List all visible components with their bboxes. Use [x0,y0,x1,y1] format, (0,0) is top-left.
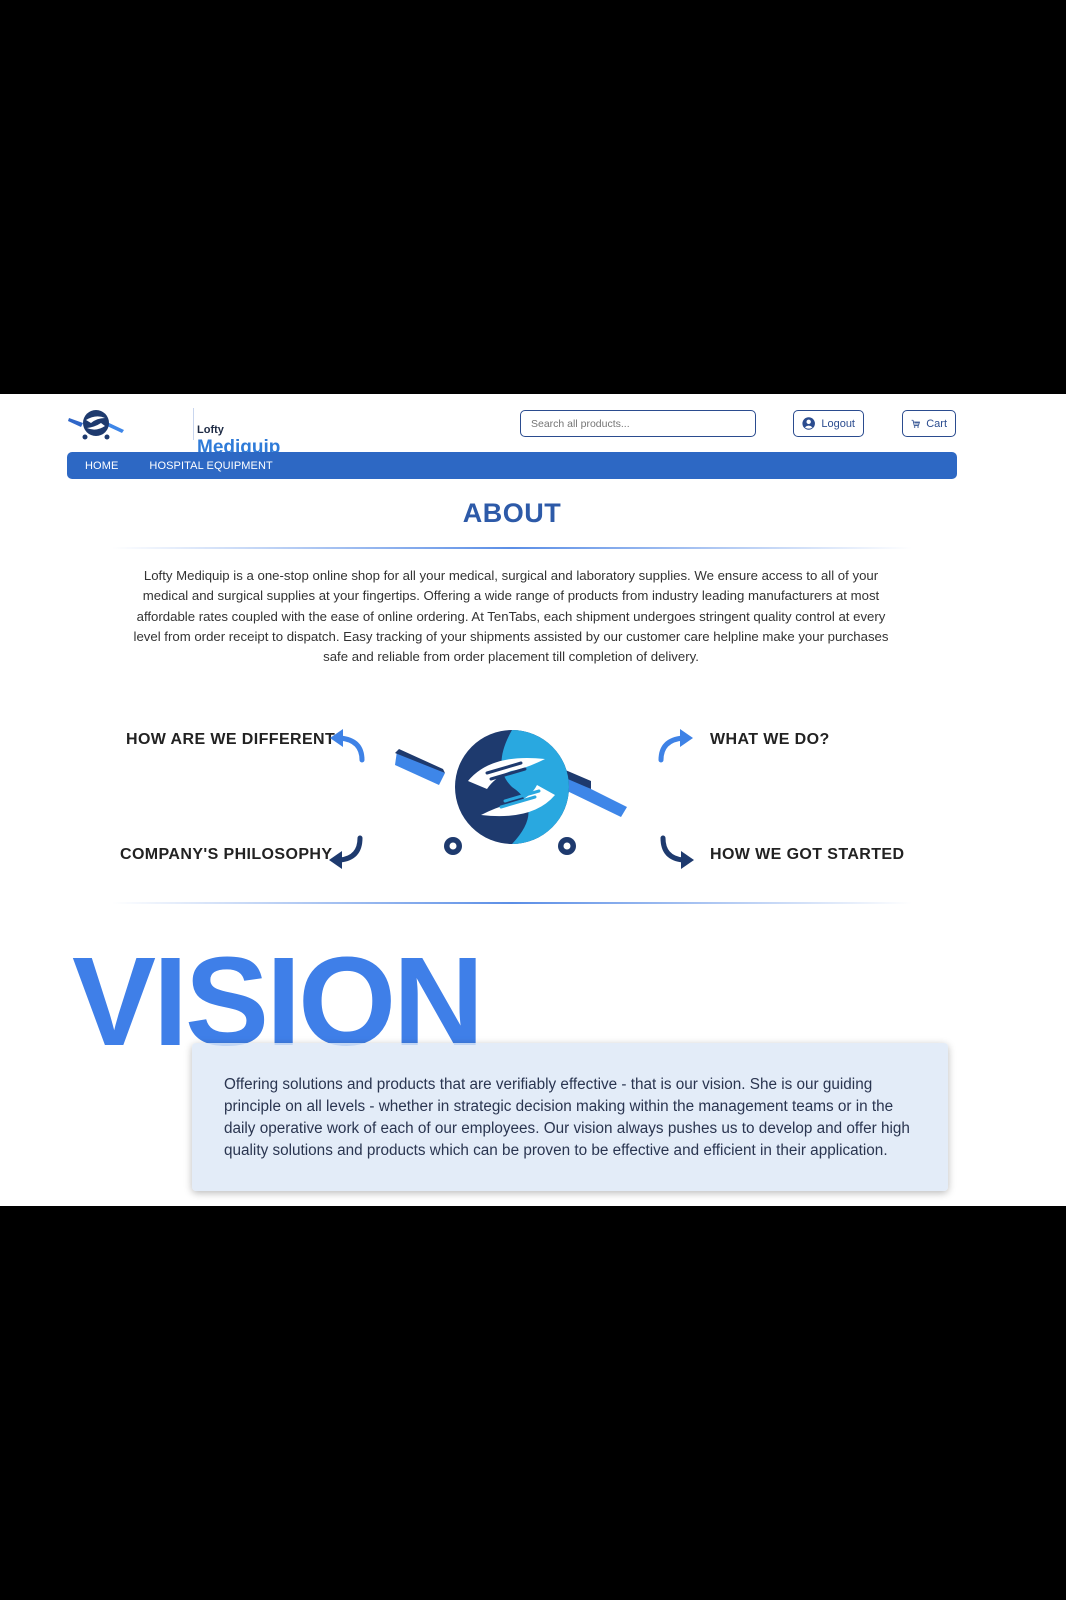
about-description: Lofty Mediquip is a one-stop online shop… [133,568,889,665]
feature-how-started[interactable]: HOW WE GOT STARTED [710,846,904,864]
curved-arrow-down-left-icon [329,835,363,869]
hospital-bed-logo-icon [68,410,124,440]
about-title: ABOUT [462,498,562,528]
nav-item-home[interactable]: HOME [85,460,118,472]
brand-small: Lofty [197,424,224,436]
feature-company-philosophy[interactable]: COMPANY'S PHILOSOPHY [120,846,332,864]
cart-button[interactable]: Cart [902,410,956,437]
search-input[interactable] [520,410,756,437]
about-divider [112,547,912,549]
main-nav: HOME HOSPITAL EQUIPMENT [67,452,957,479]
brand-divider [193,408,194,440]
feature-what-we-do[interactable]: WHAT WE DO? [710,731,830,749]
logout-label: Logout [821,417,855,430]
site-header: Lofty Mediquip Logout Cart [0,394,1066,458]
user-circle-icon [802,417,815,430]
curved-arrow-up-right-icon [658,729,693,763]
site-logo[interactable]: Lofty Mediquip [67,404,280,458]
feature-how-different[interactable]: HOW ARE WE DIFFERENT [126,731,335,749]
vision-card: Offering solutions and products that are… [192,1043,948,1191]
curved-arrow-down-right-icon [660,835,694,869]
cart-icon [911,419,920,428]
features-divider [112,902,912,904]
vision-text: Offering solutions and products that are… [224,1076,910,1159]
center-hospital-bed-logo-icon [395,730,627,855]
curved-arrow-up-left-icon [330,729,365,763]
logout-button[interactable]: Logout [793,410,864,437]
cart-label: Cart [926,417,947,430]
nav-item-hospital-equipment[interactable]: HOSPITAL EQUIPMENT [149,460,272,472]
about-page: Lofty Mediquip Logout Cart HOME [0,394,1066,1206]
